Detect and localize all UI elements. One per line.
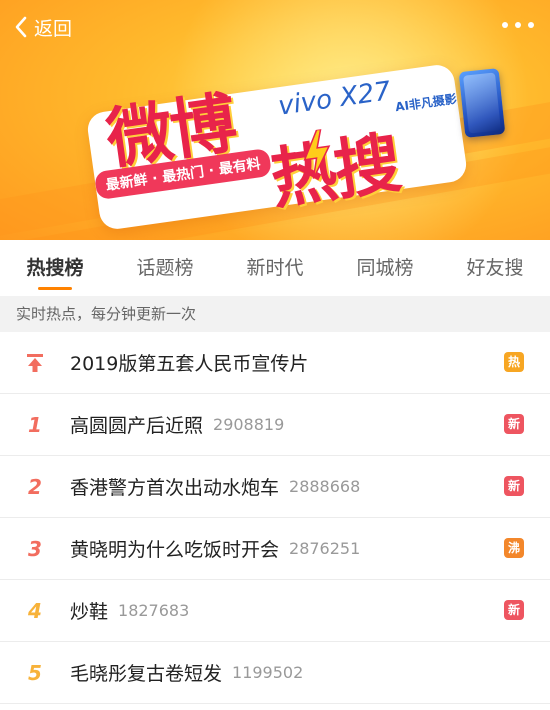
item-count: 2908819 <box>213 415 285 434</box>
dot <box>502 22 508 28</box>
dot <box>528 22 534 28</box>
item-rank: 4 <box>28 598 42 623</box>
hot-search-list: 2019版第五套人民币宣传片 热 1 高圆圆产后近照 2908819 新 2 香… <box>0 332 550 704</box>
tab-friends[interactable]: 好友搜 <box>440 240 550 296</box>
chevron-left-icon <box>15 16 27 38</box>
lightning-bolt-icon <box>303 128 331 180</box>
item-title: 毛晓彤复古卷短发 <box>70 663 223 685</box>
update-notice: 实时热点，每分钟更新一次 <box>0 296 550 332</box>
new-badge: 新 <box>504 414 524 434</box>
item-title: 高圆圆产后近照 <box>70 415 204 437</box>
list-item[interactable]: 1 高圆圆产后近照 2908819 新 <box>0 394 550 456</box>
tab-new-era[interactable]: 新时代 <box>220 240 330 296</box>
list-item[interactable]: 3 黄晓明为什么吃饭时开会 2876251 沸 <box>0 518 550 580</box>
more-dots-icon[interactable] <box>502 16 534 34</box>
new-badge: 新 <box>504 476 524 496</box>
hot-badge: 热 <box>504 352 524 372</box>
item-rank: 2 <box>28 474 42 499</box>
item-count: 1827683 <box>118 601 190 620</box>
item-title: 黄晓明为什么吃饭时开会 <box>70 539 280 561</box>
item-count: 2876251 <box>289 539 361 558</box>
list-item[interactable]: 2 香港警方首次出动水炮车 2888668 新 <box>0 456 550 518</box>
phone-image <box>458 68 506 138</box>
item-title: 2019版第五套人民币宣传片 <box>70 353 309 375</box>
ranking-tabs: 热搜榜 话题榜 新时代 同城榜 好友搜 <box>0 240 550 296</box>
list-item[interactable]: 5 毛晓彤复古卷短发 1199502 <box>0 642 550 704</box>
item-count: 1199502 <box>232 663 304 682</box>
item-count: 2888668 <box>289 477 361 496</box>
item-rank: 1 <box>28 412 42 437</box>
item-rank: 3 <box>28 536 42 561</box>
tab-hot-search[interactable]: 热搜榜 <box>0 240 110 296</box>
list-item[interactable]: 4 炒鞋 1827683 新 <box>0 580 550 642</box>
boil-badge: 沸 <box>504 538 524 558</box>
list-item[interactable]: 2019版第五套人民币宣传片 热 <box>0 332 550 394</box>
back-button[interactable]: 返回 <box>14 10 72 44</box>
back-button-label: 返回 <box>34 17 73 40</box>
item-title: 香港警方首次出动水炮车 <box>70 477 280 499</box>
hot-search-banner: 返回 微博 热搜 最新鲜 · 最热门 · 最有料 vivo X27 AI非凡摄影 <box>0 0 550 240</box>
item-title: 炒鞋 <box>70 601 109 623</box>
tab-topics[interactable]: 话题榜 <box>110 240 220 296</box>
tab-local[interactable]: 同城榜 <box>330 240 440 296</box>
pin-top-icon <box>0 353 70 373</box>
dot <box>515 22 521 28</box>
new-badge: 新 <box>504 600 524 620</box>
item-rank: 5 <box>28 660 42 685</box>
